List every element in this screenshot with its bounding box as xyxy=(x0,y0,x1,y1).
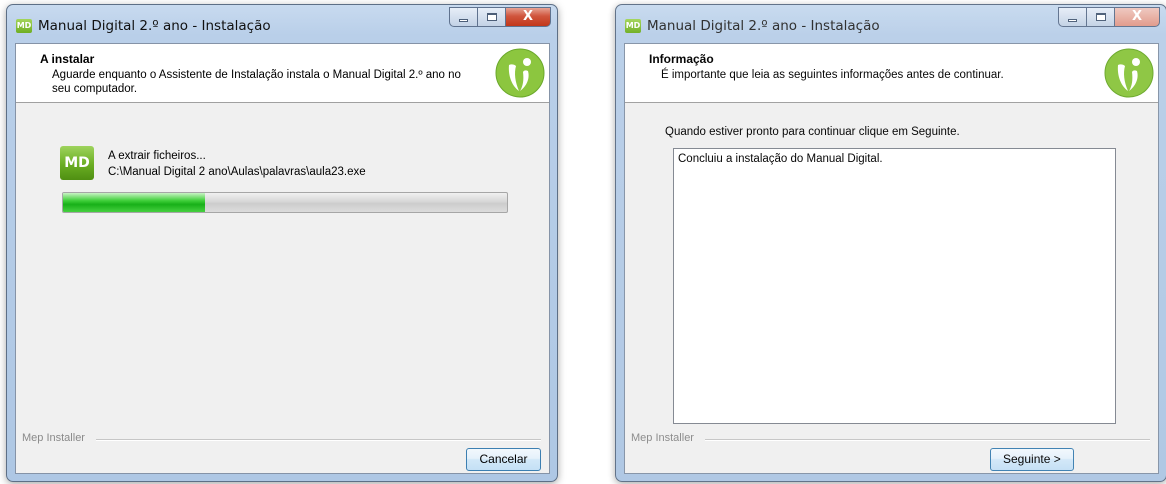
page-subtitle: É importante que leia as seguintes infor… xyxy=(661,69,1004,81)
maximize-button[interactable] xyxy=(477,7,505,27)
brand-logo-icon xyxy=(1104,48,1154,98)
installer-brand-label: Mep Installer xyxy=(631,432,698,444)
installer-window-information: MD Manual Digital 2.º ano - Instalação X… xyxy=(615,4,1166,482)
close-icon: X xyxy=(522,9,534,24)
progress-bar-fill xyxy=(63,193,206,212)
wizard-page-installing: A instalar Aguarde enquanto o Assistente… xyxy=(15,43,550,474)
page-subtitle: Aguarde enquanto o Assistente de Instala… xyxy=(52,69,461,95)
brand-logo-icon xyxy=(495,48,545,98)
minimize-icon xyxy=(459,19,468,22)
continue-prompt: Quando estiver pronto para continuar cli… xyxy=(665,126,960,138)
separator-line xyxy=(96,439,541,441)
close-icon: X xyxy=(1131,9,1143,24)
window-title: Manual Digital 2.º ano - Instalação xyxy=(647,18,880,34)
footer-separator: Mep Installer xyxy=(625,432,1150,444)
app-icon: MD xyxy=(16,19,32,33)
information-text: Concluiu a instalação do Manual Digital. xyxy=(678,153,883,165)
status-text: A extrair ficheiros... xyxy=(108,150,206,162)
caption-buttons: X xyxy=(1058,7,1160,29)
maximize-button[interactable] xyxy=(1086,7,1114,27)
wizard-header: Informação É importante que leia as segu… xyxy=(625,44,1158,103)
md-app-icon: MD xyxy=(60,146,94,180)
title-bar[interactable]: MD Manual Digital 2.º ano - Instalação X xyxy=(7,5,557,43)
cancel-button[interactable]: Cancelar xyxy=(466,448,541,471)
progress-bar xyxy=(62,192,508,213)
window-title: Manual Digital 2.º ano - Instalação xyxy=(38,18,271,34)
app-icon: MD xyxy=(625,19,641,33)
page-title: A instalar xyxy=(40,52,95,66)
information-textbox[interactable]: Concluiu a instalação do Manual Digital. xyxy=(673,148,1116,424)
maximize-icon xyxy=(487,13,497,21)
installer-window-installing: MD Manual Digital 2.º ano - Instalação X… xyxy=(6,4,558,482)
close-button[interactable]: X xyxy=(1114,7,1160,27)
maximize-icon xyxy=(1096,13,1106,21)
wizard-page-information: Informação É importante que leia as segu… xyxy=(624,43,1159,474)
minimize-icon xyxy=(1068,19,1077,22)
separator-line xyxy=(705,439,1150,441)
current-file-path: C:\Manual Digital 2 ano\Aulas\palavras\a… xyxy=(108,166,366,178)
caption-buttons: X xyxy=(449,7,551,29)
page-title: Informação xyxy=(649,52,714,66)
wizard-header: A instalar Aguarde enquanto o Assistente… xyxy=(16,44,549,103)
next-button[interactable]: Seguinte > xyxy=(990,448,1074,471)
minimize-button[interactable] xyxy=(1058,7,1086,27)
close-button[interactable]: X xyxy=(505,7,551,27)
footer-separator: Mep Installer xyxy=(16,432,541,444)
installer-brand-label: Mep Installer xyxy=(22,432,89,444)
title-bar[interactable]: MD Manual Digital 2.º ano - Instalação X xyxy=(616,5,1166,43)
minimize-button[interactable] xyxy=(449,7,477,27)
